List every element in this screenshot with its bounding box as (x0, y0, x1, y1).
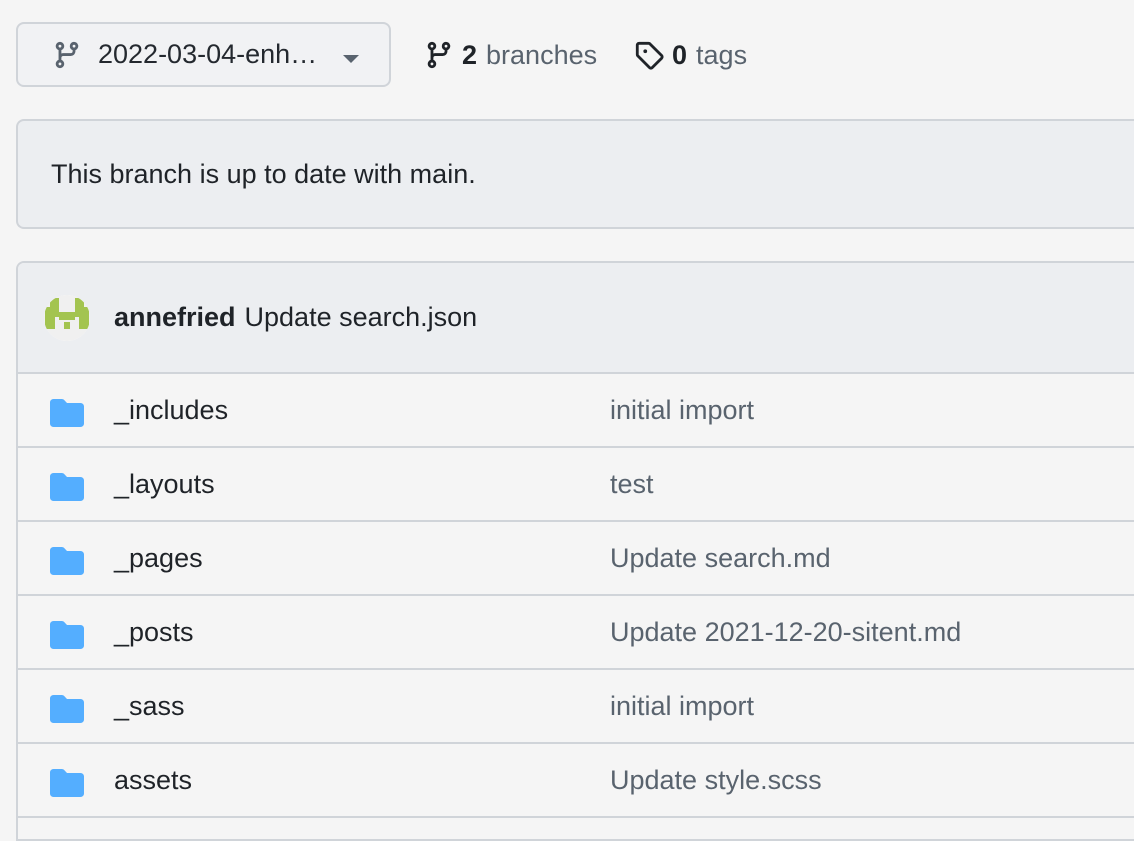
avatar[interactable] (44, 294, 90, 341)
file-commit-message-link[interactable]: Update style.scss (610, 765, 822, 796)
folder-icon (50, 769, 84, 797)
branches-count: 2 (462, 39, 478, 70)
file-name-link[interactable]: _layouts (114, 469, 215, 500)
folder-icon (50, 547, 84, 575)
folder-icon (50, 473, 84, 501)
repo-toolbar: 2022-03-04-enh… 2 branches 0 tags (0, 0, 1134, 110)
file-row-sass[interactable]: _sass initial import (18, 670, 1134, 744)
file-row-posts[interactable]: _posts Update 2021-12-20-sitent.md (18, 596, 1134, 670)
branches-label: branches (486, 39, 598, 70)
git-branch-icon (424, 40, 454, 70)
caret-down-icon (343, 55, 359, 63)
file-commit-message-link[interactable]: Update search.md (610, 543, 831, 574)
file-row-assets[interactable]: assets Update style.scss (18, 744, 1134, 818)
tags-label: tags (696, 39, 748, 70)
file-name-link[interactable]: assets (114, 765, 192, 796)
folder-icon (50, 399, 84, 427)
file-row-pages[interactable]: _pages Update search.md (18, 522, 1134, 596)
current-branch-name: 2022-03-04-enh… (98, 39, 318, 69)
file-commit-message-link[interactable]: test (610, 469, 654, 500)
folder-icon (50, 621, 84, 649)
file-commit-message-link[interactable]: Update 2021-12-20-sitent.md (610, 617, 961, 648)
latest-commit-header: annefried Update search.json (18, 263, 1134, 374)
commit-message-link[interactable]: Update search.json (245, 302, 478, 333)
branch-status-box: This branch is up to date with main. (16, 119, 1134, 229)
file-commit-message-link[interactable]: initial import (610, 691, 754, 722)
tags-link[interactable]: 0 tags (634, 36, 747, 74)
file-row-includes[interactable]: _includes initial import (18, 374, 1134, 448)
branch-status-text: This branch is up to date with main. (51, 158, 476, 189)
file-list: annefried Update search.json _includesin… (16, 261, 1134, 841)
tags-count: 0 (672, 39, 688, 70)
file-name-link[interactable]: _posts (114, 617, 194, 648)
file-name-link[interactable]: _pages (114, 543, 203, 574)
tag-icon (634, 40, 664, 70)
file-row-layouts[interactable]: _layouts test (18, 448, 1134, 522)
commit-author-link[interactable]: annefried (114, 302, 236, 333)
file-name-link[interactable]: _sass (114, 691, 185, 722)
branches-link[interactable]: 2 branches (424, 36, 597, 74)
branch-selector-button[interactable]: 2022-03-04-enh… (16, 22, 391, 87)
file-name-link[interactable]: _includes (114, 395, 228, 426)
file-commit-message-link[interactable]: initial import (610, 395, 754, 426)
folder-icon (50, 695, 84, 723)
git-branch-icon (52, 40, 82, 70)
